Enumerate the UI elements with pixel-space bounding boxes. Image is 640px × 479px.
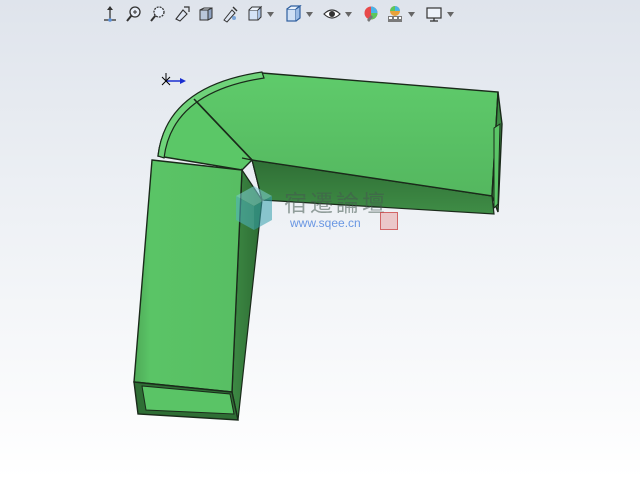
section-view-icon bbox=[199, 7, 213, 21]
zoom-to-area-icon bbox=[150, 6, 165, 22]
hide-show-items-button[interactable] bbox=[320, 3, 344, 25]
chevron-down-icon bbox=[306, 11, 313, 17]
chevron-down-icon bbox=[345, 11, 352, 17]
zoom-to-area-button[interactable] bbox=[146, 3, 170, 25]
dynamic-annotation-view-button[interactable] bbox=[218, 3, 242, 25]
view-settings-icon bbox=[426, 7, 442, 22]
sheet-metal-elbow-model[interactable] bbox=[0, 0, 640, 479]
section-view-button[interactable] bbox=[194, 3, 218, 25]
view-settings-button[interactable] bbox=[422, 3, 446, 25]
display-style-icon bbox=[286, 5, 302, 22]
previous-view-button[interactable] bbox=[170, 3, 194, 25]
heads-up-view-toolbar bbox=[98, 2, 455, 26]
zoom-to-fit-button[interactable] bbox=[122, 3, 146, 25]
vertical-arm-front-face bbox=[133, 159, 243, 393]
view-orientation-cube-button[interactable] bbox=[242, 3, 266, 25]
view-orientation-dropdown[interactable] bbox=[266, 3, 275, 25]
chevron-down-icon bbox=[447, 11, 454, 17]
zoom-to-fit-icon bbox=[126, 6, 141, 22]
origin-triad-icon bbox=[161, 73, 186, 86]
apply-scene-dropdown[interactable] bbox=[407, 3, 416, 25]
view-orientation-cube-icon bbox=[248, 5, 263, 21]
graphics-viewport[interactable]: 宿遷論壇 www.sqee.cn bbox=[0, 0, 640, 479]
view-settings-dropdown[interactable] bbox=[446, 3, 455, 25]
display-style-button[interactable] bbox=[281, 3, 305, 25]
apply-scene-icon bbox=[388, 6, 402, 22]
edit-appearance-button[interactable] bbox=[359, 3, 383, 25]
view-orientation-button[interactable] bbox=[98, 3, 122, 25]
chevron-down-icon bbox=[267, 11, 274, 17]
apply-scene-button[interactable] bbox=[383, 3, 407, 25]
previous-view-icon bbox=[175, 6, 190, 22]
view-orientation-icon bbox=[104, 6, 116, 22]
dynamic-annotation-view-icon bbox=[223, 6, 238, 23]
hide-show-items-icon bbox=[323, 9, 341, 19]
edit-appearance-icon bbox=[364, 6, 378, 22]
chevron-down-icon bbox=[408, 11, 415, 17]
hide-show-items-dropdown[interactable] bbox=[344, 3, 353, 25]
display-style-dropdown[interactable] bbox=[305, 3, 314, 25]
